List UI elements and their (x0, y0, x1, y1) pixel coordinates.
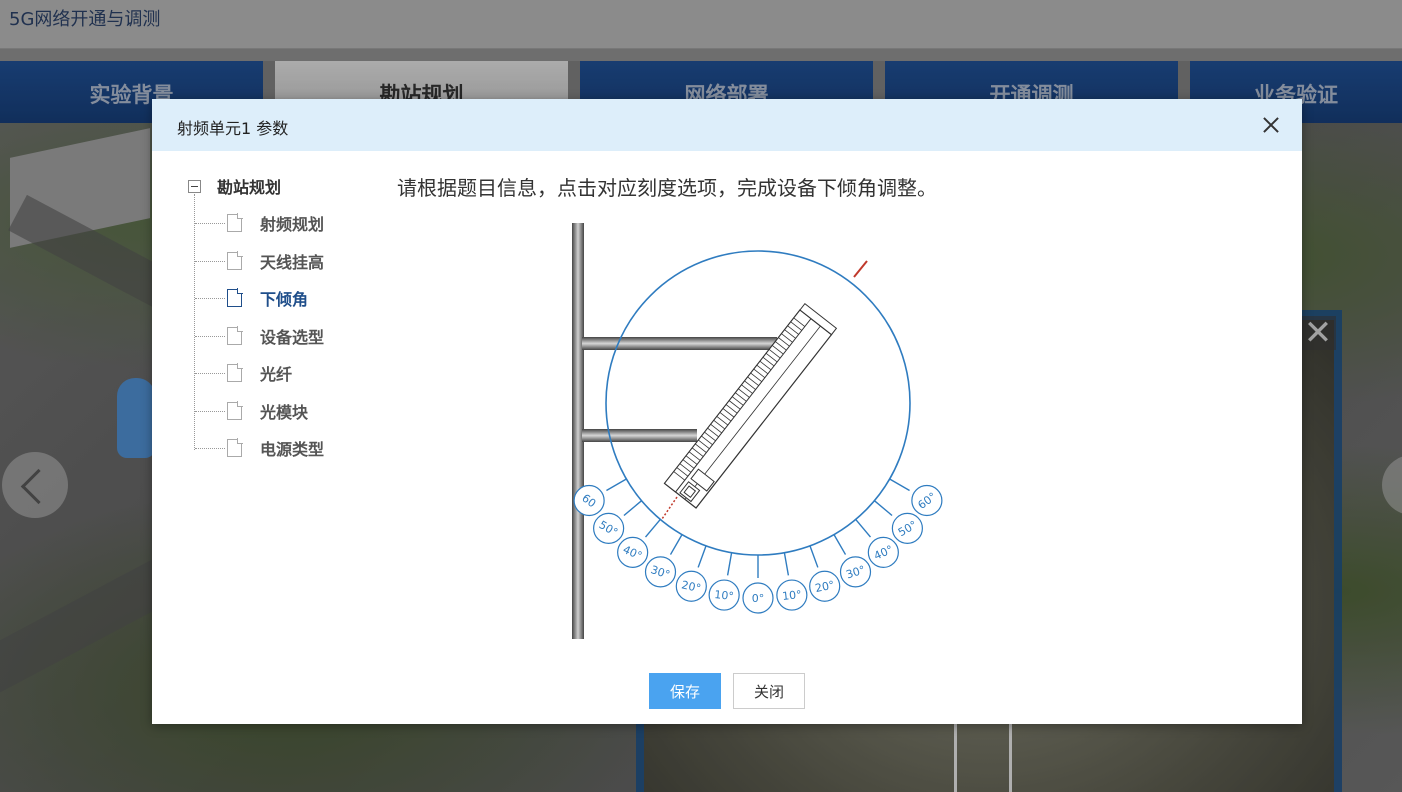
tree-item-label: 下倾角 (260, 290, 309, 309)
scale-tick (623, 500, 643, 517)
tilt-option-right-20[interactable]: 20° (809, 570, 841, 602)
scale-label: 0° (752, 592, 765, 605)
tilt-option-left-40[interactable]: 40° (617, 536, 649, 568)
tree-item-label: 电源类型 (260, 440, 325, 459)
tilt-option-right-40[interactable]: 40° (867, 536, 899, 568)
close-icon[interactable] (1259, 113, 1283, 137)
dialog-header: 射频单元1 参数 (152, 99, 1302, 151)
tree-item-label: 射频规划 (260, 215, 325, 234)
tilt-option-right-10[interactable]: 10° (776, 579, 808, 611)
tree-root-label: 勘站规划 (217, 178, 282, 197)
tilt-scale: 6050°40°30°20°10° 0° 10°20°30°40°50°60° (573, 478, 943, 614)
tree-item-label: 光模块 (260, 403, 309, 422)
parameter-tree: 勘站规划 射频规划 天线挂高 下倾角 设备选型 光纤 光模块 电源类型 (188, 174, 368, 474)
parameter-dialog: 射频单元1 参数 勘站规划 射频规划 天线挂高 下倾角 设备选型 光纤 光模块 … (152, 99, 1302, 724)
scale-label: 10° (714, 588, 735, 603)
document-icon (227, 363, 243, 382)
scale-tick (855, 518, 872, 538)
document-icon (227, 213, 243, 232)
antenna-unit (663, 302, 838, 509)
scale-tick (783, 552, 790, 576)
document-icon (227, 288, 243, 307)
tree-item-downtilt[interactable]: 下倾角 (195, 286, 308, 310)
scale-tick (833, 534, 847, 555)
scale-tick (809, 545, 819, 568)
tree-item-power-type[interactable]: 电源类型 (195, 436, 324, 460)
mounting-arm-lower (582, 429, 697, 442)
document-icon (227, 401, 243, 420)
tree-item-label: 光纤 (260, 365, 293, 384)
tree-item-optical-module[interactable]: 光模块 (195, 399, 308, 423)
tree-item-label: 设备选型 (260, 328, 325, 347)
tilt-option-0[interactable]: 0° (742, 582, 774, 614)
document-icon (227, 251, 243, 270)
dialog-title: 射频单元1 参数 (177, 119, 289, 138)
tree-item-fiber[interactable]: 光纤 (195, 361, 292, 385)
tilt-option-left-30[interactable]: 30° (644, 556, 677, 588)
tree-item-label: 天线挂高 (260, 253, 325, 272)
tree-root[interactable]: 勘站规划 (188, 174, 281, 198)
tilt-option-left-50[interactable]: 50° (593, 512, 625, 544)
downtilt-diagram: 6050°40°30°20°10° 0° 10°20°30°40°50°60° (572, 223, 943, 639)
save-button[interactable]: 保存 (649, 673, 721, 709)
tilt-option-left-60[interactable]: 60 (573, 484, 605, 517)
document-icon (227, 326, 243, 345)
tilt-option-right-30[interactable]: 30° (839, 556, 872, 588)
close-button[interactable]: 关闭 (733, 673, 805, 709)
scale-tick (889, 478, 910, 492)
tilt-option-right-50[interactable]: 50° (891, 512, 923, 544)
instruction-text: 请根据题目信息，点击对应刻度选项，完成设备下倾角调整。 (397, 176, 937, 200)
scale-tick (606, 478, 627, 492)
tilt-indicator-dotted (661, 496, 678, 520)
mounting-arm-upper (582, 337, 777, 350)
scale-tick (697, 545, 707, 568)
tree-item-antenna-height[interactable]: 天线挂高 (195, 249, 324, 273)
scale-tick (644, 518, 661, 538)
scale-tick (669, 534, 683, 555)
scale-tick (873, 500, 893, 517)
tilt-option-left-20[interactable]: 20° (675, 570, 707, 602)
tree-item-rf-planning[interactable]: 射频规划 (195, 211, 324, 235)
document-icon (227, 438, 243, 457)
tree-item-equipment-selection[interactable]: 设备选型 (195, 324, 324, 348)
tilt-option-right-60[interactable]: 60° (911, 484, 943, 517)
scale-tick (726, 552, 733, 576)
tilt-indicator-line (853, 260, 868, 278)
tilt-option-left-10[interactable]: 10° (708, 579, 740, 611)
scale-label: 10° (782, 588, 803, 603)
collapse-icon[interactable] (188, 179, 201, 193)
